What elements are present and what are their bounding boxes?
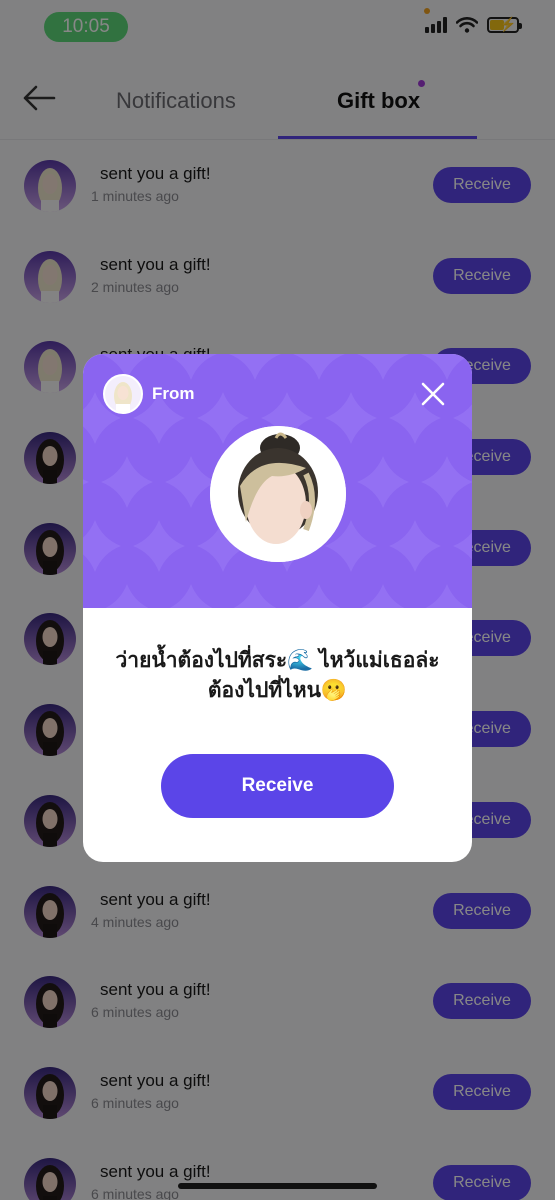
- from-label: From: [152, 384, 195, 403]
- gift-message: ว่ายน้ำต้องไปที่สระ🌊 ไหว้แม่เธอล่ะต้องไป…: [115, 649, 440, 702]
- modal-header: From: [83, 354, 472, 608]
- home-indicator: [178, 1183, 377, 1189]
- close-icon[interactable]: [419, 380, 447, 408]
- gift-modal: From ว่ายน้ำต้องไปที่สระ🌊 ไหว้แม่เธอล่ะต…: [83, 354, 472, 862]
- modal-receive-button[interactable]: Receive: [161, 754, 394, 818]
- sender-avatar: [103, 374, 143, 414]
- sender-avatar-large: [210, 426, 346, 562]
